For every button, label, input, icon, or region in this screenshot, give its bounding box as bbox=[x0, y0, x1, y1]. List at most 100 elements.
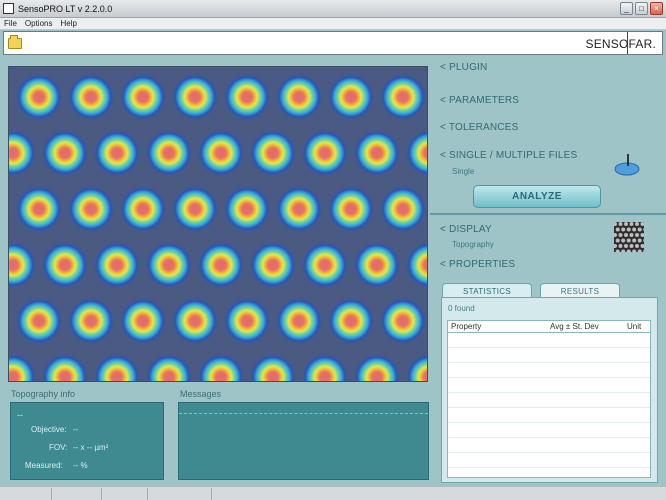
topography-bump bbox=[171, 185, 219, 233]
menu-options[interactable]: Options bbox=[25, 19, 53, 28]
status-segment bbox=[52, 488, 102, 500]
topography-bump bbox=[15, 297, 63, 345]
minimize-button[interactable]: _ bbox=[620, 2, 633, 15]
topography-bump bbox=[379, 185, 427, 233]
thumbnail-dot bbox=[629, 244, 634, 248]
files-section[interactable]: < SINGLE / MULTIPLE FILES bbox=[440, 150, 577, 161]
window-controls: _ □ × bbox=[620, 2, 663, 15]
thumbnail-dot bbox=[618, 244, 623, 248]
thumbnail-dot bbox=[624, 244, 628, 248]
thumbnail-dot bbox=[635, 222, 639, 226]
status-segment bbox=[148, 488, 212, 500]
topography-bump bbox=[327, 73, 375, 121]
thumbnail-dot bbox=[635, 244, 639, 248]
sensofar-logo: SENSOFAR. bbox=[585, 37, 656, 51]
thumbnail-dot bbox=[629, 222, 634, 226]
thumbnail-dot bbox=[637, 227, 642, 232]
table-row-line bbox=[448, 377, 650, 378]
tab-results[interactable]: RESULTS bbox=[540, 283, 620, 298]
topography-info-label: Topography info bbox=[11, 389, 76, 399]
topography-bump bbox=[119, 185, 167, 233]
messages-label: Messages bbox=[180, 389, 222, 399]
thumbnail-dot bbox=[632, 227, 637, 232]
topography-bump bbox=[41, 241, 89, 289]
topography-bump bbox=[223, 73, 271, 121]
column-property[interactable]: Property bbox=[451, 321, 481, 332]
open-folder-icon[interactable] bbox=[8, 34, 22, 49]
thumbnail-dot bbox=[621, 227, 626, 232]
topography-bump bbox=[223, 297, 271, 345]
topography-bump bbox=[171, 297, 219, 345]
thumbnail-dot bbox=[624, 222, 628, 226]
topography-image[interactable] bbox=[8, 66, 428, 382]
table-row-line bbox=[448, 437, 650, 438]
close-button[interactable]: × bbox=[650, 2, 663, 15]
table-row-line bbox=[448, 407, 650, 408]
analyze-button[interactable]: ANALYZE bbox=[473, 185, 601, 208]
plugin-section[interactable]: < PLUGIN bbox=[440, 62, 487, 73]
topography-bump bbox=[93, 241, 141, 289]
topography-bump bbox=[301, 241, 349, 289]
topography-bump bbox=[249, 129, 297, 177]
thumbnail-dot bbox=[637, 238, 642, 243]
messages-panel bbox=[178, 402, 429, 480]
thumbnail-dot bbox=[626, 238, 631, 243]
display-thumbnail[interactable] bbox=[614, 222, 644, 252]
tolerances-section[interactable]: < TOLERANCES bbox=[440, 122, 518, 133]
thumbnail-dot bbox=[635, 233, 639, 237]
topography-bump bbox=[379, 73, 427, 121]
fov-label: FOV: bbox=[49, 443, 68, 452]
topography-bump bbox=[223, 185, 271, 233]
topography-bump bbox=[197, 241, 245, 289]
files-mode: Single bbox=[452, 167, 475, 176]
table-row-line bbox=[448, 392, 650, 393]
thumbnail-dot bbox=[632, 238, 637, 243]
topography-dashes: -- bbox=[17, 410, 23, 420]
column-unit[interactable]: Unit bbox=[627, 321, 641, 332]
window-title: SensoPRO LT v 2.2.0.0 bbox=[18, 3, 113, 14]
single-multiple-toggle-icon[interactable] bbox=[614, 152, 642, 178]
display-thumbnail-pattern bbox=[614, 222, 644, 252]
table-row-line bbox=[448, 467, 650, 468]
topography-bump bbox=[197, 129, 245, 177]
column-avg[interactable]: Avg ± St. Dev bbox=[550, 321, 599, 332]
menu-bar: File Options Help bbox=[0, 18, 666, 30]
thumbnail-dot bbox=[618, 222, 623, 226]
topography-bump bbox=[119, 73, 167, 121]
topography-bump bbox=[67, 73, 115, 121]
topography-bump bbox=[145, 241, 193, 289]
topography-bump bbox=[15, 73, 63, 121]
table-row-line bbox=[448, 347, 650, 348]
title-bar: SensoPRO LT v 2.2.0.0 _ □ × bbox=[0, 0, 666, 18]
topography-bump bbox=[15, 185, 63, 233]
thumbnail-dot bbox=[629, 233, 634, 237]
maximize-button[interactable]: □ bbox=[635, 2, 648, 15]
thumbnail-dot bbox=[626, 227, 631, 232]
status-bar bbox=[0, 486, 666, 500]
topography-heatmap bbox=[9, 67, 427, 381]
topography-bump bbox=[379, 297, 427, 345]
parameters-section[interactable]: < PARAMETERS bbox=[440, 95, 519, 106]
objective-value: -- bbox=[73, 425, 79, 434]
status-segment bbox=[0, 488, 52, 500]
topography-bump bbox=[275, 297, 323, 345]
menu-help[interactable]: Help bbox=[60, 19, 76, 28]
messages-separator bbox=[179, 413, 428, 414]
menu-file[interactable]: File bbox=[4, 19, 17, 28]
table-row-line bbox=[448, 452, 650, 453]
tab-statistics[interactable]: STATISTICS bbox=[442, 283, 532, 298]
results-table[interactable]: Property Avg ± St. Dev Unit bbox=[447, 320, 651, 478]
topography-bump bbox=[67, 185, 115, 233]
properties-section[interactable]: < PROPERTIES bbox=[440, 259, 515, 270]
topography-bump bbox=[353, 241, 401, 289]
panel-divider bbox=[430, 213, 666, 215]
status-segment bbox=[102, 488, 148, 500]
topography-bump bbox=[249, 241, 297, 289]
measured-label: Measured: bbox=[25, 461, 63, 470]
thumbnail-dot bbox=[615, 227, 620, 232]
measured-value: -- % bbox=[73, 461, 88, 470]
objective-label: Objective: bbox=[31, 425, 67, 434]
thumbnail-dot bbox=[621, 238, 626, 243]
toolbar: SENSOFAR. bbox=[3, 31, 663, 55]
display-section[interactable]: < DISPLAY bbox=[440, 224, 492, 235]
